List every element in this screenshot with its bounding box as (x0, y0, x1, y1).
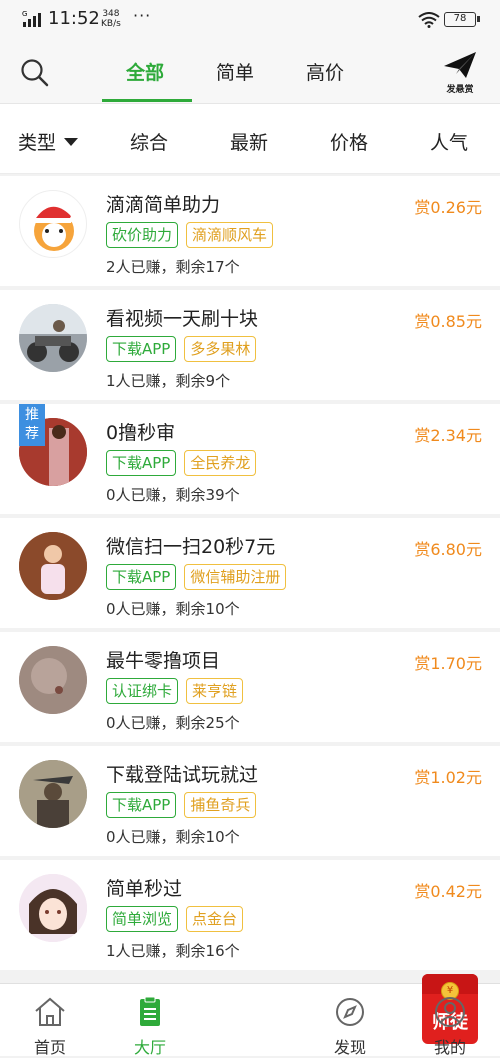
tag-category: 下载APP (106, 450, 177, 476)
avatar (19, 304, 87, 372)
nav-mine-label: 我的 (433, 1038, 466, 1057)
task-card[interactable]: 简单秒过 赏0.42元 简单浏览 点金台 1人已赚，剩余16个 (0, 860, 500, 970)
task-tags: 下载APP 捕鱼奇兵 (106, 792, 257, 818)
user-icon (433, 996, 467, 1032)
task-title: 0撸秒审 (106, 422, 176, 444)
wifi-icon (418, 12, 440, 33)
avatar (19, 646, 87, 714)
task-card[interactable]: 最牛零撸项目 赏1.70元 认证绑卡 莱亨链 0人已赚，剩余25个 (0, 632, 500, 742)
nav-discover-label: 发现 (333, 1038, 366, 1057)
task-progress: 0人已赚，剩余25个 (106, 714, 240, 732)
task-tags: 简单浏览 点金台 (106, 906, 244, 932)
tab-high-price[interactable]: 高价 (306, 58, 344, 85)
tag-category: 砍价助力 (106, 222, 179, 248)
battery-icon: 78 (444, 12, 480, 27)
tag-app: 滴滴顺风车 (186, 222, 274, 248)
filter-popularity[interactable]: 人气 (430, 128, 468, 155)
task-progress: 1人已赚，剩余9个 (106, 372, 231, 390)
home-icon (33, 996, 67, 1032)
tag-app: 点金台 (186, 906, 244, 932)
nav-home[interactable]: 首页 (0, 984, 100, 1057)
task-card[interactable]: 推荐 0撸秒审 赏2.34元 下载APP 全民养龙 0人已赚，剩余39个 (0, 404, 500, 514)
nav-discover[interactable]: 发现 (300, 984, 400, 1057)
recommend-badge: 推荐 (19, 404, 45, 446)
task-progress: 0人已赚，剩余39个 (106, 486, 240, 504)
filter-type-dropdown[interactable]: 类型 (18, 128, 79, 155)
task-title: 看视频一天刷十块 (106, 308, 259, 330)
top-bar: 全部 简单 高价 发悬赏 (0, 40, 500, 104)
task-title: 下载登陆试玩就过 (106, 764, 259, 786)
task-card[interactable]: 滴滴简单助力 赏0.26元 砍价助力 滴滴顺风车 2人已赚，剩余17个 (0, 176, 500, 286)
publish-bounty-button[interactable]: 发悬赏 (438, 50, 482, 95)
avatar (19, 532, 87, 600)
clipboard-icon (133, 996, 167, 1032)
tag-category: 下载APP (106, 564, 177, 590)
task-tags: 下载APP 全民养龙 (106, 450, 257, 476)
filter-newest[interactable]: 最新 (230, 128, 268, 155)
net-speed-value: 348 (102, 9, 120, 19)
tag-app: 微信辅助注册 (184, 564, 287, 590)
task-tags: 砍价助力 滴滴顺风车 (106, 222, 274, 248)
avatar (19, 760, 87, 828)
task-title: 简单秒过 (106, 878, 183, 900)
task-tags: 下载APP 微信辅助注册 (106, 564, 287, 590)
filter-type-label: 类型 (18, 132, 57, 154)
search-icon[interactable] (20, 58, 50, 92)
svg-text:G: G (22, 10, 27, 18)
tag-category: 下载APP (106, 336, 177, 362)
tab-all[interactable]: 全部 (126, 58, 164, 85)
task-progress: 0人已赚，剩余10个 (106, 600, 240, 618)
avatar (19, 190, 87, 258)
caret-down-icon (64, 138, 79, 146)
task-reward: 赏0.42元 (414, 882, 482, 901)
nav-home-label: 首页 (33, 1038, 66, 1057)
task-card[interactable]: 下载登陆试玩就过 赏1.02元 下载APP 捕鱼奇兵 0人已赚，剩余10个 (0, 746, 500, 856)
task-tags: 下载APP 多多果林 (106, 336, 257, 362)
filter-bar: 类型 综合 最新 价格 人气 (0, 104, 500, 174)
publish-label: 发悬赏 (446, 85, 474, 95)
task-title: 微信扫一扫20秒7元 (106, 536, 276, 558)
task-reward: 赏0.85元 (414, 312, 482, 331)
signal-icon: G (22, 10, 44, 33)
avatar (19, 874, 87, 942)
active-tab-indicator (102, 99, 192, 102)
task-reward: 赏1.70元 (414, 654, 482, 673)
nav-hall[interactable]: 大厅 (100, 984, 200, 1057)
clock: 11:52 (48, 8, 100, 29)
tag-app: 多多果林 (184, 336, 257, 362)
task-reward: 赏6.80元 (414, 540, 482, 559)
more-status-icon: ··· (133, 6, 152, 25)
compass-icon (333, 996, 367, 1032)
nav-mentor[interactable]: ¥ 师徒 (200, 974, 478, 1057)
task-tags: 认证绑卡 莱亨链 (106, 678, 244, 704)
net-speed-unit: KB/s (101, 19, 121, 29)
task-reward: 赏1.02元 (414, 768, 482, 787)
task-title: 最牛零撸项目 (106, 650, 221, 672)
status-bar: G 11:52 348 KB/s ··· 78 (0, 0, 500, 40)
filter-price[interactable]: 价格 (330, 128, 368, 155)
filter-comprehensive[interactable]: 综合 (130, 128, 168, 155)
task-card[interactable]: 看视频一天刷十块 赏0.85元 下载APP 多多果林 1人已赚，剩余9个 (0, 290, 500, 400)
net-speed: 348 KB/s (101, 9, 121, 29)
task-reward: 赏0.26元 (414, 198, 482, 217)
task-card[interactable]: 微信扫一扫20秒7元 赏6.80元 下载APP 微信辅助注册 0人已赚，剩余10… (0, 518, 500, 628)
task-progress: 2人已赚，剩余17个 (106, 258, 240, 276)
bottom-nav: 首页 大厅 ¥ 师徒 发现 我的 (0, 974, 500, 1057)
paper-plane-icon (444, 52, 476, 78)
tag-category: 认证绑卡 (106, 678, 179, 704)
tag-app: 全民养龙 (184, 450, 257, 476)
nav-hall-label: 大厅 (133, 1038, 166, 1057)
tag-app: 莱亨链 (186, 678, 244, 704)
task-title: 滴滴简单助力 (106, 194, 221, 216)
tag-app: 捕鱼奇兵 (184, 792, 257, 818)
task-progress: 1人已赚，剩余16个 (106, 942, 240, 960)
tag-category: 下载APP (106, 792, 177, 818)
task-reward: 赏2.34元 (414, 426, 482, 445)
nav-mine[interactable]: 我的 (400, 984, 500, 1057)
tab-simple[interactable]: 简单 (216, 58, 254, 85)
tag-category: 简单浏览 (106, 906, 179, 932)
task-progress: 0人已赚，剩余10个 (106, 828, 240, 846)
